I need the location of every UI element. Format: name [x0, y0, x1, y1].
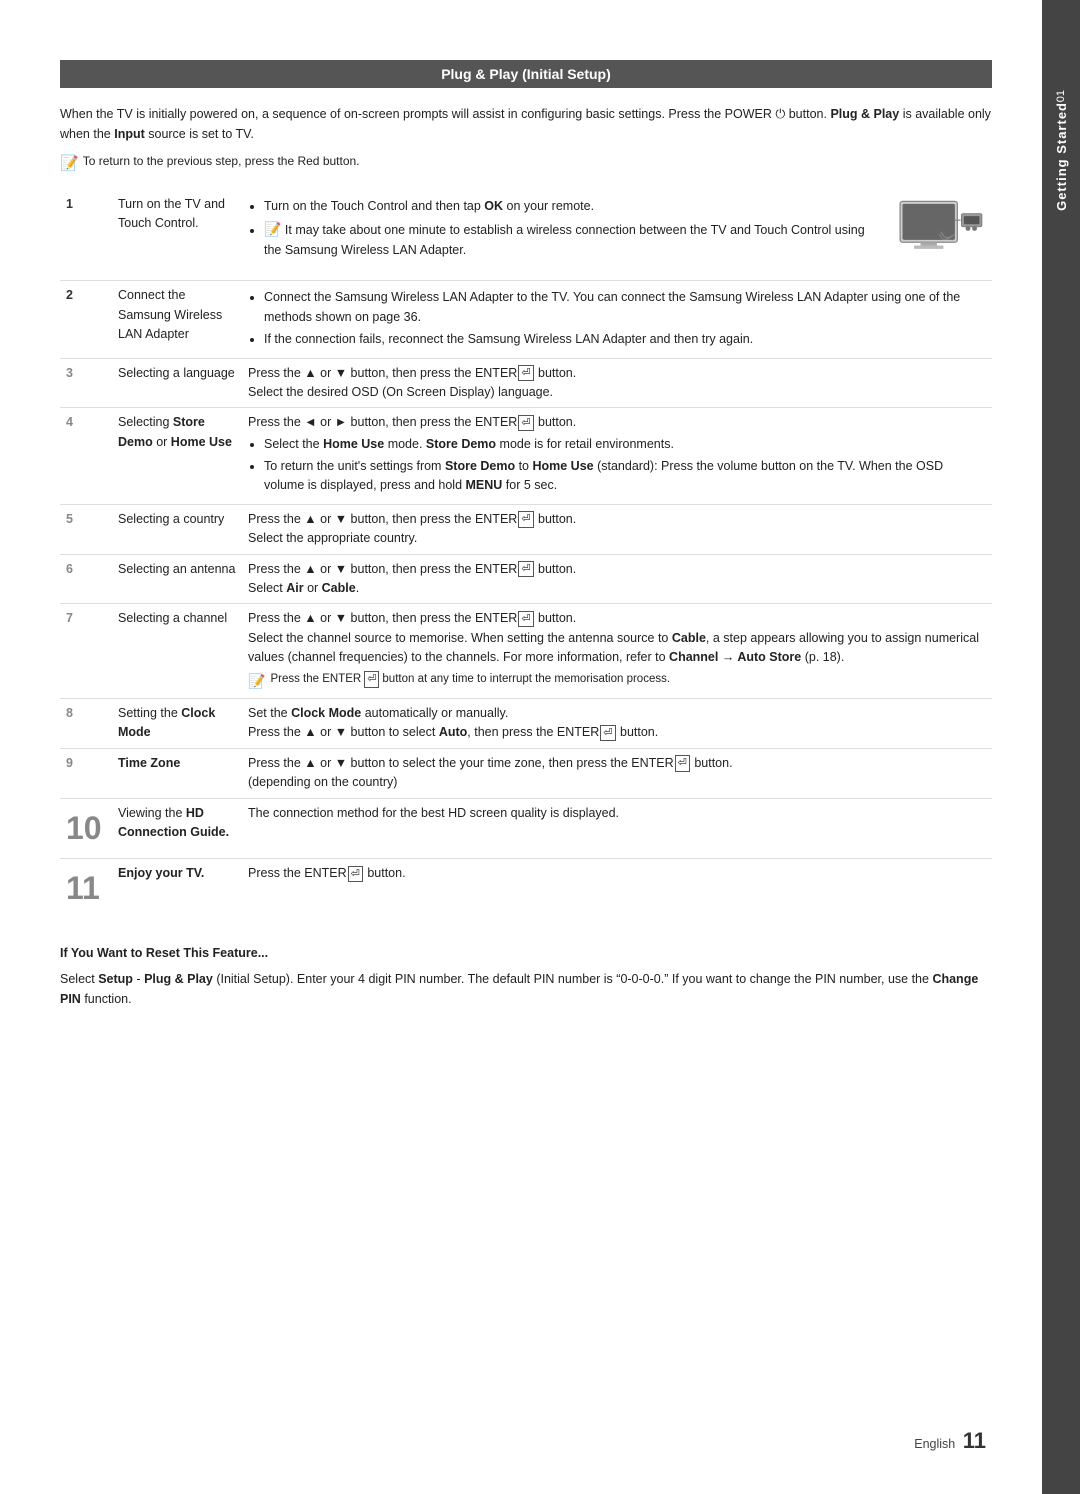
reset-title: If You Want to Reset This Feature...	[60, 943, 992, 963]
step-6-num: 6	[60, 554, 112, 604]
section-title: Plug & Play (Initial Setup)	[60, 60, 992, 88]
footer-page: 11	[963, 1428, 986, 1453]
page-footer: English 11	[914, 1428, 986, 1454]
step-6-desc: Press the ▲ or ▼ button, then press the …	[242, 554, 992, 604]
step-10-desc: The connection method for the best HD sc…	[242, 798, 992, 859]
side-tab: 01 Getting Started	[1042, 0, 1080, 1494]
step-10-num: 10	[60, 798, 112, 859]
steps-table: 1 Turn on the TV and Touch Control.	[60, 190, 992, 919]
step-1-num: 1	[60, 190, 112, 281]
note-icon: 📝	[60, 154, 79, 172]
footer-lang: English	[914, 1437, 955, 1451]
step-3-num: 3	[60, 358, 112, 408]
step-4-num: 4	[60, 408, 112, 505]
reset-body: Select Setup - Plug & Play (Initial Setu…	[60, 969, 992, 1009]
step-5-label: Selecting a country	[112, 504, 242, 554]
step-5-num: 5	[60, 504, 112, 554]
step-10-row: 10 Viewing the HD Connection Guide. The …	[60, 798, 992, 859]
step-5-row: 5 Selecting a country Press the ▲ or ▼ b…	[60, 504, 992, 554]
step-11-row: 11 Enjoy your TV. Press the ENTER⏎ butto…	[60, 859, 992, 919]
step-6-row: 6 Selecting an antenna Press the ▲ or ▼ …	[60, 554, 992, 604]
step-9-desc: Press the ▲ or ▼ button to select the yo…	[242, 748, 992, 798]
step-7-row: 7 Selecting a channel Press the ▲ or ▼ b…	[60, 604, 992, 699]
step-9-row: 9 Time Zone Press the ▲ or ▼ button to s…	[60, 748, 992, 798]
step-1-bullets: Turn on the Touch Control and then tap O…	[264, 197, 986, 260]
step-7-num: 7	[60, 604, 112, 699]
reset-section: If You Want to Reset This Feature... Sel…	[60, 943, 992, 1009]
step-8-label: Setting the Clock Mode	[112, 699, 242, 749]
step-2-row: 2 Connect theSamsung WirelessLAN Adapter…	[60, 281, 992, 358]
step-8-desc: Set the Clock Mode automatically or manu…	[242, 699, 992, 749]
step-11-label: Enjoy your TV.	[112, 859, 242, 919]
step-2-desc: Connect the Samsung Wireless LAN Adapter…	[242, 281, 992, 358]
step-2-label: Connect theSamsung WirelessLAN Adapter	[112, 281, 242, 358]
step-4-row: 4 Selecting Store Demo or Home Use Press…	[60, 408, 992, 505]
note-previous: 📝 To return to the previous step, press …	[60, 154, 992, 172]
intro-text: When the TV is initially powered on, a s…	[60, 104, 992, 144]
step-2-num: 2	[60, 281, 112, 358]
step-3-desc: Press the ▲ or ▼ button, then press the …	[242, 358, 992, 408]
step-5-desc: Press the ▲ or ▼ button, then press the …	[242, 504, 992, 554]
step-1-desc: Turn on the Touch Control and then tap O…	[242, 190, 992, 281]
step-1-label: Turn on the TV and Touch Control.	[112, 190, 242, 281]
step-8-row: 8 Setting the Clock Mode Set the Clock M…	[60, 699, 992, 749]
page-wrapper: Plug & Play (Initial Setup) When the TV …	[0, 0, 1080, 1494]
step-7-desc: Press the ▲ or ▼ button, then press the …	[242, 604, 992, 699]
step-3-label: Selecting a language	[112, 358, 242, 408]
step-6-label: Selecting an antenna	[112, 554, 242, 604]
tv-image	[896, 195, 986, 271]
main-content: Plug & Play (Initial Setup) When the TV …	[0, 0, 1042, 1494]
side-tab-label: Getting Started	[1054, 102, 1069, 211]
step-10-label: Viewing the HD Connection Guide.	[112, 798, 242, 859]
step-8-num: 8	[60, 699, 112, 749]
step-7-note: 📝 Press the ENTER⏎ button at any time to…	[248, 671, 986, 693]
step-11-desc: Press the ENTER⏎ button.	[242, 859, 992, 919]
step-4-label: Selecting Store Demo or Home Use	[112, 408, 242, 505]
step-1-row: 1 Turn on the TV and Touch Control.	[60, 190, 992, 281]
step-3-row: 3 Selecting a language Press the ▲ or ▼ …	[60, 358, 992, 408]
step-4-desc: Press the ◄ or ► button, then press the …	[242, 408, 992, 505]
step-9-label: Time Zone	[112, 748, 242, 798]
step-11-num: 11	[60, 859, 112, 919]
step-7-label: Selecting a channel	[112, 604, 242, 699]
step-9-num: 9	[60, 748, 112, 798]
side-tab-number: 01	[1055, 90, 1067, 102]
